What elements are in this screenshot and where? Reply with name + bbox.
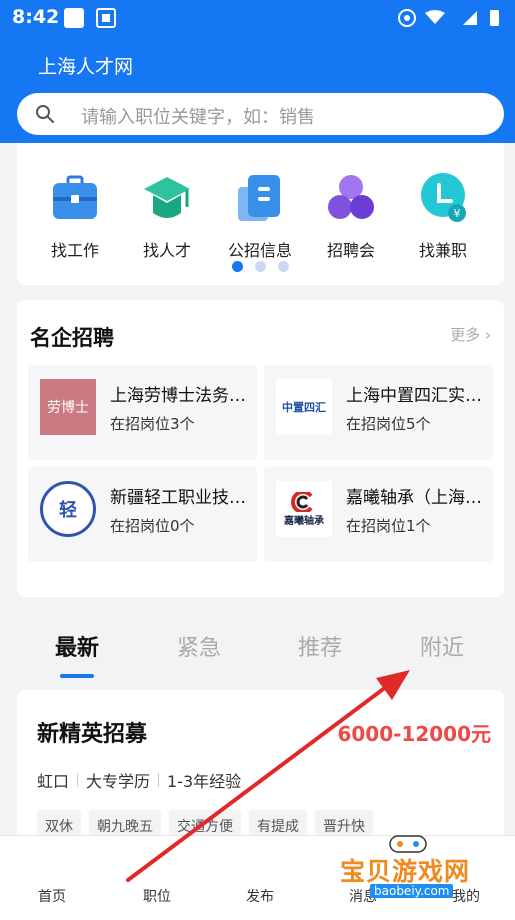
search-icon bbox=[36, 105, 54, 123]
group-icon bbox=[328, 175, 374, 219]
quick-item-label: 找人才 bbox=[142, 241, 191, 260]
enterprise-job-count: 在招岗位1个 bbox=[346, 517, 431, 535]
watermark-url: baobeiy.com bbox=[370, 884, 454, 898]
more-link[interactable]: 更多 › bbox=[450, 324, 491, 345]
tab-latest[interactable]: 最新 bbox=[55, 630, 99, 662]
nav-home[interactable]: 首页 bbox=[38, 886, 66, 906]
enterprise-job-count: 在招岗位3个 bbox=[110, 415, 195, 433]
quick-item-label: 找工作 bbox=[50, 241, 99, 260]
app-header: 8:42 上海人才网 请输入职位关键字，如：销售 bbox=[0, 0, 515, 143]
document-icon bbox=[238, 175, 280, 221]
carousel-dot[interactable] bbox=[278, 261, 289, 272]
tab-nearby[interactable]: 附近 bbox=[420, 630, 464, 662]
job-card[interactable]: 新精英招募 6000-12000元 虹口 大专学历 1-3年经验 双休 朝九晚五… bbox=[17, 690, 504, 850]
enterprise-name: 新疆轻工职业技术学院 bbox=[110, 488, 248, 508]
system-status-icons bbox=[398, 9, 499, 27]
nav-jobs[interactable]: 职位 bbox=[143, 886, 171, 906]
watermark-text: 宝贝游戏网 bbox=[340, 857, 471, 886]
enterprise-logo: 嘉曦轴承 bbox=[276, 481, 332, 537]
quick-item-label: 公招信息 bbox=[227, 241, 292, 260]
section-title: 名企招聘 bbox=[30, 326, 114, 350]
status-time: 8:42 bbox=[12, 6, 60, 28]
enterprise-name: 上海中置四汇实业有限公司 bbox=[346, 386, 484, 406]
enterprise-logo: 劳博士 bbox=[40, 379, 96, 435]
job-filter-tabs: 最新 紧急 推荐 附近 bbox=[17, 620, 504, 680]
quick-item-label: 招聘会 bbox=[326, 241, 375, 260]
svg-text:¥: ¥ bbox=[454, 207, 461, 220]
status-bar: 8:42 bbox=[0, 0, 515, 36]
enterprise-logo: 轻 bbox=[40, 481, 96, 537]
divider bbox=[77, 773, 79, 787]
carousel-dot-active[interactable] bbox=[232, 261, 243, 272]
more-label: 更多 bbox=[450, 326, 481, 344]
job-education: 大专学历 bbox=[86, 772, 151, 791]
keyboard-notification-icon bbox=[96, 8, 116, 28]
job-location: 虹口 bbox=[37, 772, 70, 791]
enterprise-job-count: 在招岗位5个 bbox=[346, 415, 431, 433]
tab-recommended[interactable]: 推荐 bbox=[298, 630, 342, 662]
enterprise-item[interactable]: 轻 新疆轻工职业技术学院 在招岗位0个 bbox=[28, 467, 257, 562]
quick-item-find-talent[interactable]: 找人才 bbox=[122, 173, 212, 263]
part-time-icon: ¥ bbox=[421, 173, 466, 222]
job-title: 新精英招募 bbox=[37, 722, 148, 747]
divider bbox=[158, 773, 160, 787]
famous-enterprise-section: 名企招聘 更多 › 劳博士 上海劳博士法务咨询有限公司 在招岗位3个 中置四汇 … bbox=[17, 300, 504, 597]
active-tab-indicator bbox=[60, 674, 94, 678]
enterprise-logo: 中置四汇 bbox=[276, 379, 332, 435]
graduation-cap-icon bbox=[144, 177, 190, 218]
job-meta: 虹口 大专学历 1-3年经验 bbox=[37, 768, 241, 792]
enterprise-item[interactable]: 劳博士 上海劳博士法务咨询有限公司 在招岗位3个 bbox=[28, 365, 257, 460]
quick-item-label: 找兼职 bbox=[418, 241, 467, 260]
watermark: 宝贝游戏网 baobeiy.com bbox=[340, 830, 490, 900]
quick-menu: 找工作 找人才 公招信息 招聘会 ¥ 找兼职 bbox=[17, 143, 504, 285]
bearing-logo-icon bbox=[291, 491, 313, 512]
chevron-right-icon: › bbox=[485, 326, 491, 344]
quick-item-find-job[interactable]: 找工作 bbox=[30, 173, 120, 263]
nav-publish[interactable]: 发布 bbox=[246, 886, 274, 906]
search-input[interactable]: 请输入职位关键字，如：销售 bbox=[17, 93, 504, 135]
logo-text: 轻 bbox=[59, 500, 77, 521]
job-experience: 1-3年经验 bbox=[167, 772, 242, 791]
search-placeholder: 请输入职位关键字，如：销售 bbox=[81, 107, 315, 128]
carousel-indicator bbox=[230, 261, 290, 273]
logo-text: 中置四汇 bbox=[282, 401, 326, 414]
app-title: 上海人才网 bbox=[38, 56, 134, 78]
enterprise-job-count: 在招岗位0个 bbox=[110, 517, 195, 535]
logo-text: 劳博士 bbox=[47, 400, 89, 416]
enterprise-item[interactable]: 嘉曦轴承 嘉曦轴承（上海）有限公司 在招岗位1个 bbox=[264, 467, 493, 562]
logo-text: 嘉曦轴承 bbox=[284, 515, 324, 527]
enterprise-name: 上海劳博士法务咨询有限公司 bbox=[110, 386, 248, 406]
enterprise-name: 嘉曦轴承（上海）有限公司 bbox=[346, 488, 484, 508]
briefcase-icon bbox=[53, 175, 97, 219]
quick-item-public-recruit[interactable]: 公招信息 bbox=[215, 173, 305, 263]
job-salary: 6000-12000元 bbox=[337, 722, 491, 746]
quick-item-job-fair[interactable]: 招聘会 bbox=[306, 173, 396, 263]
notification-icon bbox=[64, 8, 84, 28]
carousel-dot[interactable] bbox=[255, 261, 266, 272]
tab-urgent[interactable]: 紧急 bbox=[177, 630, 221, 662]
enterprise-item[interactable]: 中置四汇 上海中置四汇实业有限公司 在招岗位5个 bbox=[264, 365, 493, 460]
quick-item-part-time[interactable]: ¥ 找兼职 bbox=[398, 173, 488, 263]
